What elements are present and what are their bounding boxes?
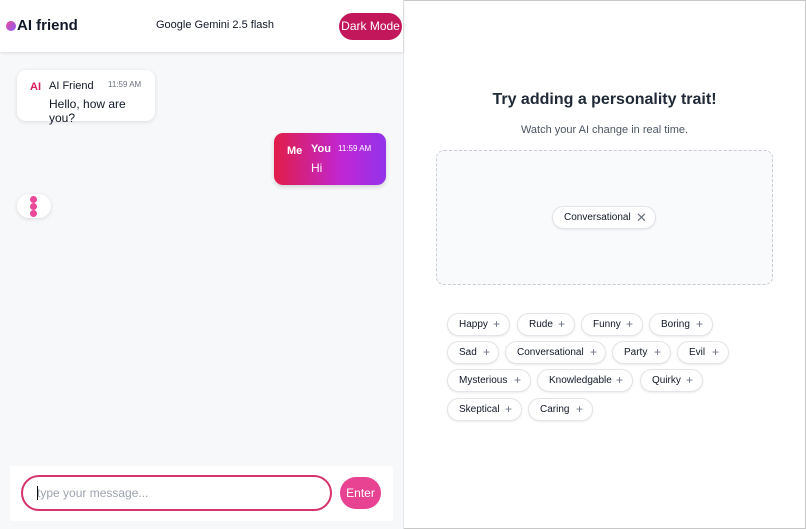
plus-icon: + <box>712 345 720 359</box>
user-avatar: Me <box>287 145 303 157</box>
typing-dot-icon <box>30 203 37 210</box>
user-sender-name: You <box>311 143 331 155</box>
traits-subtitle: Watch your AI change in real time. <box>520 124 689 136</box>
trait-chip-sad[interactable]: Sad + <box>447 341 499 364</box>
app-title: AI friend <box>17 17 78 34</box>
trait-label: Knowledgable <box>549 375 612 386</box>
trait-label: Caring <box>540 404 570 415</box>
trait-label: Evil <box>689 347 706 358</box>
plus-icon: + <box>654 345 662 359</box>
close-icon[interactable]: ✕ <box>636 207 647 228</box>
composer: type your message... Enter <box>10 466 393 521</box>
trait-label: Skeptical <box>459 404 500 415</box>
user-message-text: Hi <box>311 161 323 175</box>
plus-icon: + <box>514 373 522 387</box>
ai-avatar: AI <box>30 81 41 93</box>
trait-chip-caring[interactable]: Caring + <box>528 398 593 421</box>
trait-label: Mysterious <box>459 375 508 386</box>
trait-chip-rude[interactable]: Rude + <box>517 313 575 336</box>
traits-title: Try adding a personality trait! <box>492 91 717 108</box>
trait-chip-mysterious[interactable]: Mysterious + <box>447 369 531 392</box>
plus-icon: + <box>576 402 584 416</box>
trait-chip-skeptical[interactable]: Skeptical + <box>447 398 522 421</box>
trait-label: Quirky <box>652 375 681 386</box>
enter-button[interactable]: Enter <box>340 477 381 509</box>
ai-sender-name: AI Friend <box>49 80 94 92</box>
plus-icon: + <box>616 373 624 387</box>
trait-chip-happy[interactable]: Happy + <box>447 313 510 336</box>
trait-label: Happy <box>459 319 488 330</box>
model-name: Google Gemini 2.5 flash <box>156 19 275 31</box>
typing-indicator <box>17 194 51 218</box>
trait-label: Sad <box>459 347 477 358</box>
plus-icon: + <box>696 317 704 331</box>
user-message: Me You 11:59 AM Hi <box>274 133 386 185</box>
ai-message-time: 11:59 AM <box>108 80 142 89</box>
plus-icon: + <box>558 317 566 331</box>
plus-icon: + <box>590 345 598 359</box>
trait-label: Party <box>624 347 648 358</box>
trait-chip-evil[interactable]: Evil + <box>677 341 729 364</box>
typing-dot-icon <box>30 210 37 217</box>
trait-chip-funny[interactable]: Funny + <box>581 313 643 336</box>
plus-icon: + <box>493 317 501 331</box>
plus-icon: + <box>686 373 694 387</box>
message-input[interactable]: type your message... <box>21 475 332 511</box>
typing-dot-icon <box>30 196 37 203</box>
logo-dot-icon <box>6 21 16 31</box>
trait-chip-conversational[interactable]: Conversational + <box>505 341 606 364</box>
chat-header: AI friend Google Gemini 2.5 flash Dark M… <box>0 0 403 52</box>
trait-chip-boring[interactable]: Boring + <box>649 313 713 336</box>
trait-chip-quirky[interactable]: Quirky + <box>640 369 703 392</box>
trait-chip-party[interactable]: Party + <box>612 341 671 364</box>
trait-chip-knowledgable[interactable]: Knowledgable + <box>537 369 633 392</box>
trait-label: Conversational <box>517 347 584 358</box>
plus-icon: + <box>505 402 513 416</box>
plus-icon: + <box>626 317 634 331</box>
trait-label: Boring <box>661 319 690 330</box>
text-cursor <box>37 486 38 500</box>
user-message-time: 11:59 AM <box>338 144 372 153</box>
dark-mode-button[interactable]: Dark Mode <box>339 13 402 40</box>
plus-icon: + <box>483 345 491 359</box>
ai-message: AI AI Friend 11:59 AM Hello, how are you… <box>17 70 155 125</box>
chat-panel: AI friend Google Gemini 2.5 flash Dark M… <box>0 0 404 529</box>
active-trait-chip[interactable]: Conversational ✕ <box>552 206 656 229</box>
active-trait-label: Conversational <box>564 212 631 223</box>
ai-message-text: Hello, how are you? <box>49 97 126 125</box>
trait-label: Funny <box>593 319 621 330</box>
trait-label: Rude <box>529 319 553 330</box>
